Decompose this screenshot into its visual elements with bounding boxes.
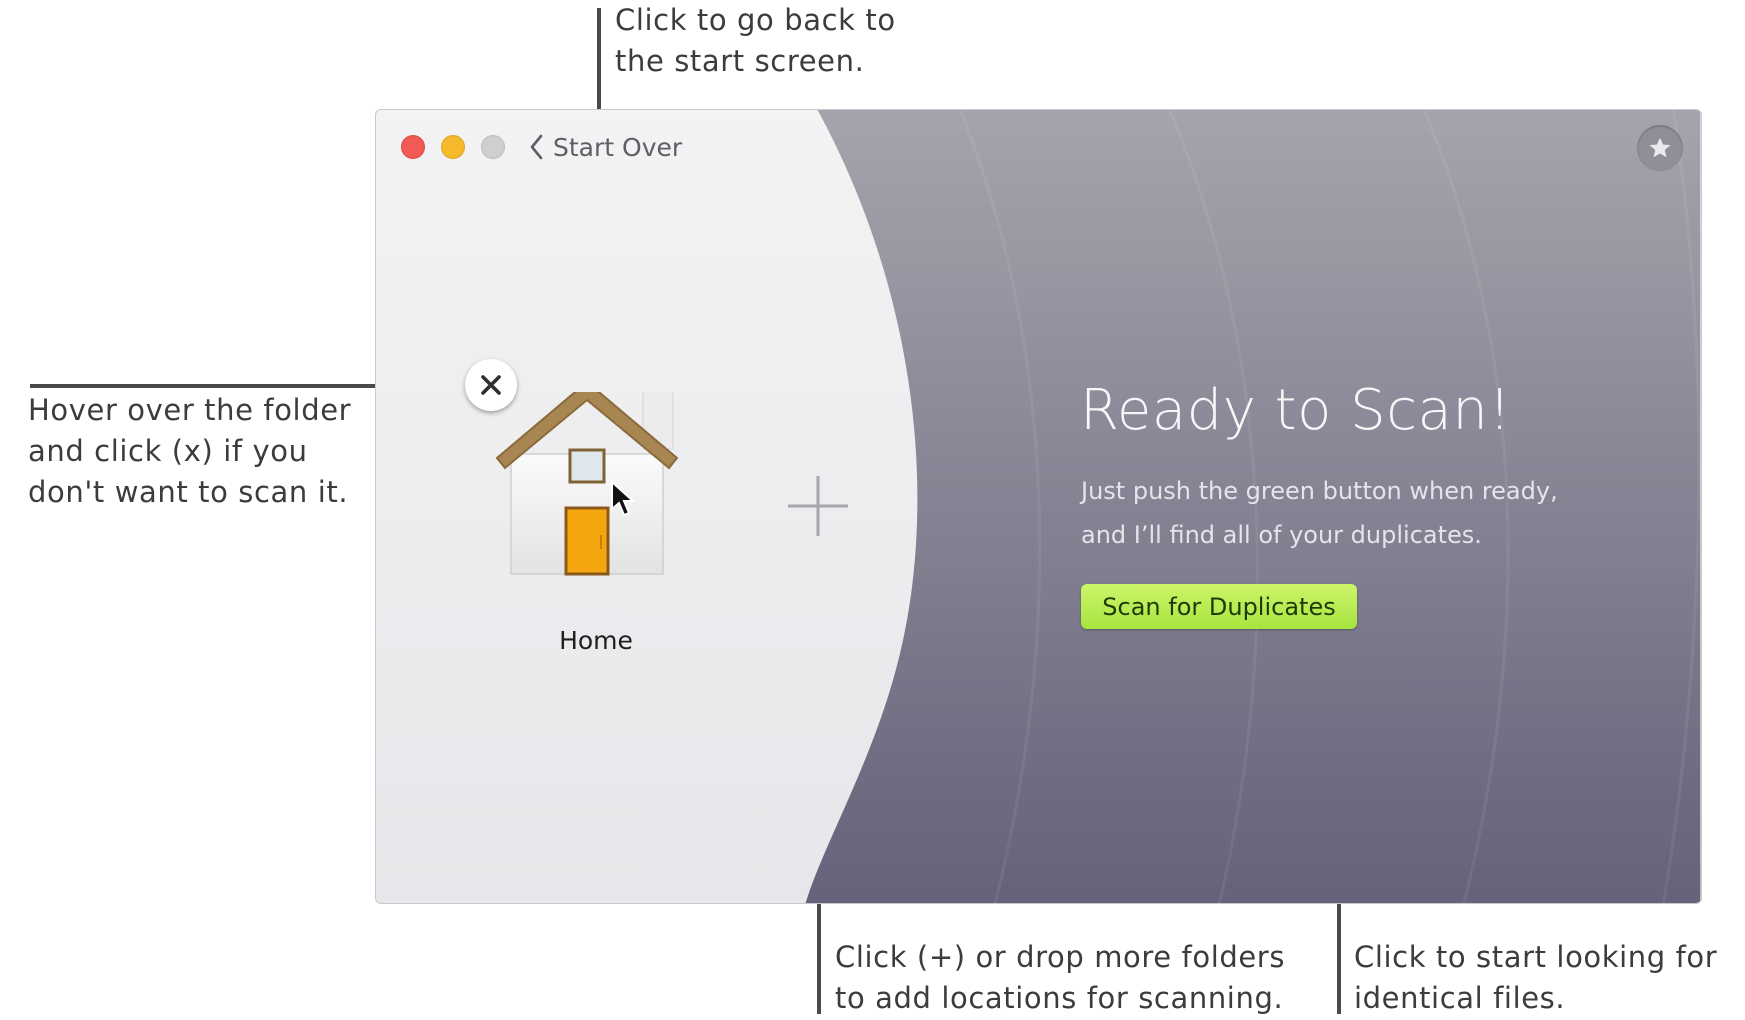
add-folder-button[interactable] xyxy=(786,474,850,538)
favorite-button[interactable] xyxy=(1637,125,1683,171)
home-folder-icon[interactable] xyxy=(491,392,691,602)
annotation-add-locations: Click (+) or drop more folders to add lo… xyxy=(835,937,1285,1019)
annotation-start-scan: Click to start looking for identical fil… xyxy=(1354,937,1717,1019)
annotation-line: Hover over the folder xyxy=(28,393,352,427)
annotation-start-over: Click to go back to the start screen. xyxy=(615,0,896,82)
annotation-remove-folder: Hover over the folder and click (x) if y… xyxy=(28,390,351,513)
ready-subtitle-line: Just push the green button when ready, xyxy=(1081,477,1558,505)
mouse-cursor-icon xyxy=(611,480,636,517)
annotation-line: to add locations for scanning. xyxy=(835,981,1284,1015)
start-over-label: Start Over xyxy=(553,132,683,162)
app-window: Start Over Home Ready to Scan! Just push… xyxy=(375,109,1702,904)
start-over-button[interactable]: Start Over xyxy=(529,132,682,162)
close-window-button[interactable] xyxy=(401,135,425,159)
minimize-window-button[interactable] xyxy=(441,135,465,159)
home-folder-label: Home xyxy=(559,626,633,655)
ready-subtitle-line: and I’ll find all of your duplicates. xyxy=(1081,521,1482,549)
ready-subtitle: Just push the green button when ready, a… xyxy=(1081,469,1558,557)
annotation-line: Click to start looking for xyxy=(1354,940,1718,974)
ready-title: Ready to Scan! xyxy=(1080,378,1512,443)
remove-x-icon xyxy=(481,375,501,395)
annotation-line: the start screen. xyxy=(615,44,865,78)
add-plus-icon xyxy=(788,476,848,536)
zoom-window-button[interactable] xyxy=(481,135,505,159)
star-icon xyxy=(1649,137,1671,158)
annotation-line: don't want to scan it. xyxy=(28,475,349,509)
chevron-left-icon xyxy=(530,134,543,160)
scan-for-duplicates-button[interactable]: Scan for Duplicates xyxy=(1081,584,1357,629)
annotation-line: identical files. xyxy=(1354,981,1566,1015)
remove-folder-button[interactable] xyxy=(465,359,517,411)
annotation-line: and click (x) if you xyxy=(28,434,308,468)
annotation-line: Click (+) or drop more folders xyxy=(835,940,1286,974)
annotation-line: Click to go back to xyxy=(615,3,896,37)
